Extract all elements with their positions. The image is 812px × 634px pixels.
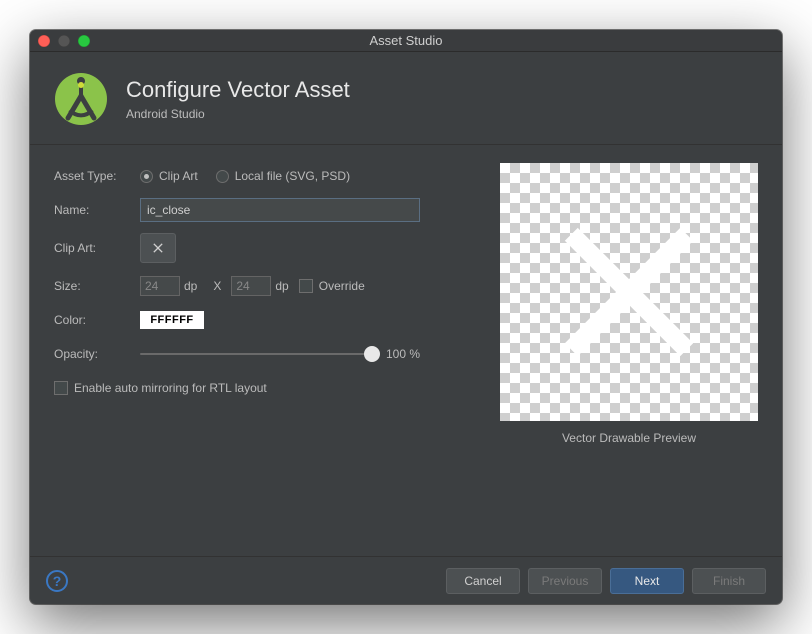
window-controls	[38, 35, 90, 47]
color-label: Color:	[54, 313, 140, 327]
name-label: Name:	[54, 203, 140, 217]
dialog-title: Configure Vector Asset	[126, 77, 350, 103]
color-picker[interactable]: FFFFFF	[140, 311, 204, 329]
dialog-header: Configure Vector Asset Android Studio	[30, 52, 782, 145]
size-width-input[interactable]	[140, 276, 180, 296]
dialog-window: Asset Studio Configure Vector Asset Andr…	[30, 30, 782, 604]
radio-indicator-icon	[140, 170, 153, 183]
close-window-button[interactable]	[38, 35, 50, 47]
radio-indicator-icon	[216, 170, 229, 183]
minimize-window-button[interactable]	[58, 35, 70, 47]
preview-canvas	[500, 163, 758, 421]
asset-type-clipart-text: Clip Art	[159, 169, 198, 183]
size-height-input[interactable]	[231, 276, 271, 296]
size-label: Size:	[54, 279, 140, 293]
dialog-footer: ? Cancel Previous Next Finish	[30, 556, 782, 604]
size-separator: X	[213, 279, 221, 293]
slider-thumb-icon[interactable]	[364, 346, 380, 362]
opacity-slider[interactable]	[140, 346, 372, 362]
preview-caption: Vector Drawable Preview	[562, 431, 696, 445]
window-title: Asset Studio	[30, 33, 782, 48]
previous-button[interactable]: Previous	[528, 568, 602, 594]
asset-type-localfile-radio[interactable]: Local file (SVG, PSD)	[216, 169, 350, 183]
size-height-unit: dp	[275, 279, 288, 293]
preview-close-icon	[519, 182, 739, 402]
size-override-label: Override	[319, 279, 365, 293]
form-panel: Asset Type: Clip Art Local file (SVG, PS…	[54, 163, 476, 556]
next-button[interactable]: Next	[610, 568, 684, 594]
rtl-mirror-checkbox[interactable]	[54, 381, 68, 395]
opacity-value: 100 %	[386, 347, 420, 361]
zoom-window-button[interactable]	[78, 35, 90, 47]
android-studio-logo-icon	[54, 72, 108, 126]
cancel-button[interactable]: Cancel	[446, 568, 520, 594]
asset-type-label: Asset Type:	[54, 169, 140, 183]
opacity-label: Opacity:	[54, 347, 140, 361]
finish-button[interactable]: Finish	[692, 568, 766, 594]
preview-panel: Vector Drawable Preview	[500, 163, 758, 556]
name-input[interactable]	[140, 198, 420, 222]
dialog-body: Asset Type: Clip Art Local file (SVG, PS…	[30, 145, 782, 556]
clipart-picker-button[interactable]	[140, 233, 176, 263]
clipart-label: Clip Art:	[54, 241, 140, 255]
rtl-mirror-label: Enable auto mirroring for RTL layout	[74, 381, 267, 395]
asset-type-localfile-text: Local file (SVG, PSD)	[235, 169, 350, 183]
size-override-checkbox[interactable]	[299, 279, 313, 293]
titlebar: Asset Studio	[30, 30, 782, 52]
asset-type-clipart-radio[interactable]: Clip Art	[140, 169, 198, 183]
dialog-subtitle: Android Studio	[126, 107, 350, 121]
size-width-unit: dp	[184, 279, 197, 293]
help-button[interactable]: ?	[46, 570, 68, 592]
close-icon	[150, 240, 166, 256]
